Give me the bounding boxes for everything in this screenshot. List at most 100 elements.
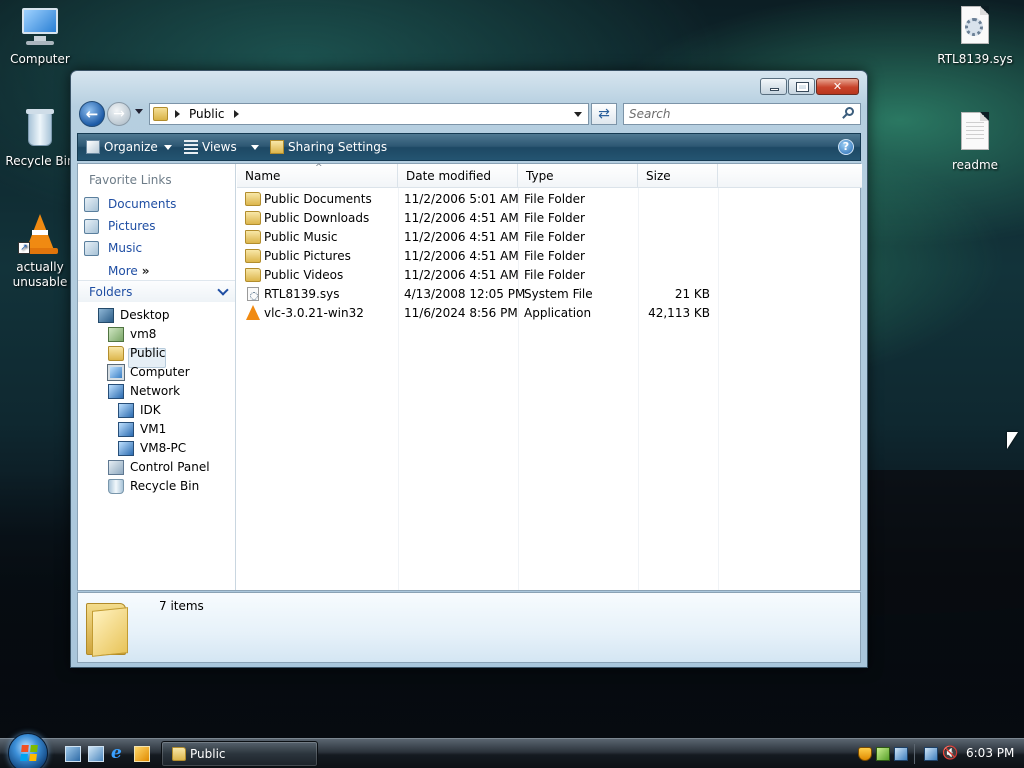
more-links[interactable]: More» <box>108 264 150 278</box>
network-connection-icon[interactable] <box>924 747 938 761</box>
file-type: File Folder <box>524 268 585 282</box>
tree-item-vm8-pc[interactable]: VM8-PC <box>118 439 186 458</box>
media-player-icon[interactable] <box>134 746 150 762</box>
security-alert-icon[interactable] <box>858 747 872 761</box>
column-header-size[interactable]: Size <box>638 164 718 188</box>
explorer-window: ✕ ← → Public ⇄ Search Organize Views Sha… <box>70 70 868 668</box>
volume-muted-icon[interactable]: 🔇 <box>942 747 958 761</box>
organize-icon <box>86 140 100 154</box>
favorite-link-documents[interactable]: Documents <box>84 194 176 214</box>
file-name: vlc-3.0.21-win32 <box>264 306 364 320</box>
file-row[interactable]: RTL8139.sys 4/13/2008 12:05 PM System Fi… <box>237 285 717 304</box>
file-name: Public Videos <box>264 268 344 282</box>
recent-pages-dropdown[interactable] <box>135 109 143 114</box>
organize-button[interactable]: Organize <box>84 134 172 160</box>
address-history-dropdown[interactable] <box>574 112 582 117</box>
breadcrumb-public[interactable]: Public <box>189 107 225 121</box>
folder-icon <box>86 599 130 657</box>
recycle-bin-icon <box>108 479 124 494</box>
command-bar: Organize Views Sharing Settings ? <box>77 133 861 161</box>
music-folder-icon <box>245 230 261 244</box>
start-button[interactable] <box>8 733 48 768</box>
window-content: Favorite Links Documents Pictures Music … <box>77 163 862 591</box>
search-icon[interactable] <box>842 107 854 119</box>
address-bar[interactable]: Public <box>149 103 589 125</box>
help-button[interactable]: ? <box>838 139 854 155</box>
chevron-down-icon <box>217 284 229 296</box>
file-row[interactable]: Public Music 11/2/2006 4:51 AM File Fold… <box>237 228 717 247</box>
file-row[interactable]: Public Pictures 11/2/2006 4:51 AM File F… <box>237 247 717 266</box>
sharing-settings-button[interactable]: Sharing Settings <box>268 134 387 160</box>
help-icon: ? <box>842 140 850 153</box>
breadcrumb-chevron-icon[interactable] <box>234 110 239 118</box>
vlc-cone-icon <box>246 305 260 320</box>
column-header-name[interactable]: ^ Name <box>237 163 398 188</box>
file-row[interactable]: vlc-3.0.21-win32 11/6/2024 8:56 PM Appli… <box>237 304 717 323</box>
clock[interactable]: 6:03 PM <box>966 746 1014 760</box>
system-tray: 🔇 6:03 PM <box>854 739 1024 768</box>
tree-item-public[interactable]: Public <box>108 344 166 363</box>
file-type: System File <box>524 287 593 301</box>
tree-item-recycle-bin[interactable]: Recycle Bin <box>108 477 199 496</box>
navigation-pane: Favorite Links Documents Pictures Music … <box>78 164 236 590</box>
file-row[interactable]: Public Documents 11/2/2006 5:01 AM File … <box>237 190 717 209</box>
file-date: 11/2/2006 4:51 AM <box>404 268 519 282</box>
breadcrumb-chevron-icon[interactable] <box>175 110 180 118</box>
desktop-icon-label: readme <box>951 158 999 172</box>
column-header-type[interactable]: Type <box>518 164 638 188</box>
tree-item-desktop[interactable]: Desktop <box>98 306 170 325</box>
chevron-down-icon <box>163 145 172 150</box>
switch-windows-icon[interactable] <box>88 746 104 762</box>
sharing-icon <box>270 140 284 154</box>
file-row[interactable]: Public Videos 11/2/2006 4:51 AM File Fol… <box>237 266 717 285</box>
tree-item-idk[interactable]: IDK <box>118 401 161 420</box>
favorite-link-music[interactable]: Music <box>84 238 142 258</box>
taskbar-button-public[interactable]: Public <box>161 741 318 767</box>
file-date: 11/2/2006 4:51 AM <box>404 249 519 263</box>
computer-icon <box>107 364 125 381</box>
file-row[interactable]: Public Downloads 11/2/2006 4:51 AM File … <box>237 209 717 228</box>
desktop-icon-rtl8139[interactable]: RTL8139.sys <box>935 4 1015 66</box>
column-divider <box>718 188 719 590</box>
tree-item-computer[interactable]: Computer <box>107 363 190 382</box>
desktop-icon-recycle-bin[interactable]: Recycle Bin <box>0 106 80 168</box>
mouse-cursor-icon <box>1007 432 1018 449</box>
taskbar: e Public 🔇 6:03 PM <box>0 733 1024 768</box>
minimize-button[interactable] <box>760 78 787 95</box>
tree-item-vm8[interactable]: vm8 <box>108 325 156 344</box>
network-computer-icon <box>118 441 134 456</box>
search-input[interactable]: Search <box>623 103 861 125</box>
tree-item-network[interactable]: Network <box>108 382 180 401</box>
desktop-icon <box>98 308 114 323</box>
details-pane: 7 items <box>77 592 861 663</box>
vlc-cone-icon: ↗ <box>18 212 62 256</box>
windows-defender-icon[interactable] <box>876 747 890 761</box>
file-date: 4/13/2008 12:05 PM <box>404 287 526 301</box>
item-count: 7 items <box>159 599 204 613</box>
show-desktop-icon[interactable] <box>65 746 81 762</box>
videos-folder-icon <box>245 268 261 282</box>
pictures-icon <box>84 219 99 234</box>
desktop-icon-readme[interactable]: readme <box>935 110 1015 172</box>
back-button[interactable]: ← <box>79 101 105 127</box>
file-name: Public Music <box>264 230 338 244</box>
favorite-link-pictures[interactable]: Pictures <box>84 216 156 236</box>
recycle-bin-icon <box>18 106 62 150</box>
desktop-icon-label: Recycle Bin <box>5 154 75 168</box>
internet-explorer-icon[interactable]: e <box>111 745 127 762</box>
maximize-button[interactable] <box>788 78 815 95</box>
desktop-icon-computer[interactable]: Computer <box>0 4 80 66</box>
tree-item-vm1[interactable]: VM1 <box>118 420 166 439</box>
tree-item-control-panel[interactable]: Control Panel <box>108 458 210 477</box>
folder-icon <box>245 211 261 225</box>
tray-divider <box>914 744 915 764</box>
folders-header[interactable]: Folders <box>78 280 235 302</box>
refresh-button[interactable]: ⇄ <box>591 103 617 125</box>
forward-button[interactable]: → <box>107 102 131 126</box>
control-panel-icon <box>108 460 124 475</box>
views-button[interactable]: Views <box>182 134 259 160</box>
close-button[interactable]: ✕ <box>816 78 859 95</box>
desktop-icon-actually-unusable[interactable]: ↗ actually unusable <box>0 212 80 290</box>
network-status-icon[interactable] <box>894 747 908 761</box>
column-header-date[interactable]: Date modified <box>398 164 518 188</box>
